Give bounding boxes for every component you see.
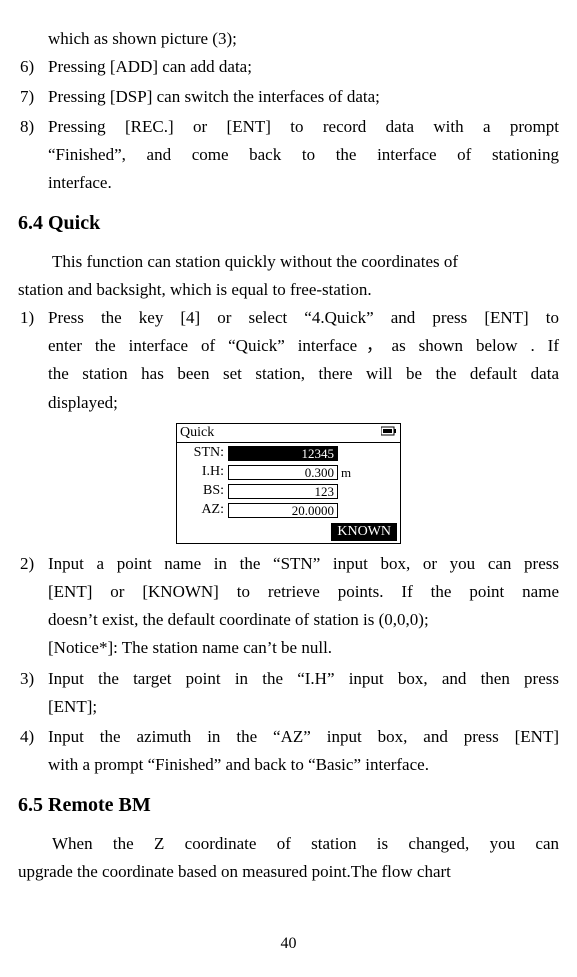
text-line: Press the key [4] or select “4.Quick” an… (48, 304, 559, 332)
list-item: 7) Pressing [DSP] can switch the interfa… (18, 83, 559, 111)
az-label: AZ: (180, 502, 228, 519)
list-item: 3) Input the target point in the “I.H” i… (18, 665, 559, 721)
text-line: Input the azimuth in the “AZ” input box,… (48, 723, 559, 751)
item-text: Input the target point in the “I.H” inpu… (48, 665, 559, 721)
list-item: 2) Input a point name in the “STN” input… (18, 550, 559, 662)
item-number: 6) (18, 53, 48, 81)
item-number: 3) (18, 665, 48, 721)
item-number: 1) (18, 304, 48, 416)
list-item: 6) Pressing [ADD] can add data; (18, 53, 559, 81)
stn-row: STN: 12345 (177, 445, 400, 462)
list-item: 1) Press the key [4] or select “4.Quick”… (18, 304, 559, 416)
stn-label: STN: (180, 445, 228, 462)
text-line: When the Z coordinate of station is chan… (18, 830, 559, 858)
list-item: 4) Input the azimuth in the “AZ” input b… (18, 723, 559, 779)
item-number: 2) (18, 550, 48, 662)
item-text: Pressing [ADD] can add data; (48, 53, 559, 81)
text-line: This function can station quickly withou… (18, 248, 559, 276)
battery-icon (381, 425, 397, 442)
bs-label: BS: (180, 483, 228, 500)
panel-title-row: Quick (177, 424, 400, 444)
ih-row: I.H: 0.300 m (177, 464, 400, 481)
item-number: 8) (18, 113, 48, 197)
panel-button-row: KNOWN (177, 521, 400, 542)
quick-panel: Quick STN: 12345 I.H: 0.300 m BS: 123 AZ… (176, 423, 401, 545)
az-input[interactable]: 20.0000 (228, 503, 338, 518)
remote-intro-paragraph: When the Z coordinate of station is chan… (18, 830, 559, 886)
page-number: 40 (0, 931, 577, 957)
ih-label: I.H: (180, 464, 228, 481)
stn-input[interactable]: 12345 (228, 446, 338, 461)
bs-input[interactable]: 123 (228, 484, 338, 499)
continued-text: which as shown picture (3); (18, 25, 559, 53)
list-item: 8) Pressing [REC.] or [ENT] to record da… (18, 113, 559, 197)
section-heading-remote: 6.5 Remote BM (18, 789, 559, 822)
item-text: Input the azimuth in the “AZ” input box,… (48, 723, 559, 779)
az-row: AZ: 20.0000 (177, 502, 400, 519)
numbered-list-top: 6) Pressing [ADD] can add data; 7) Press… (18, 53, 559, 197)
item-number: 7) (18, 83, 48, 111)
known-button[interactable]: KNOWN (331, 523, 397, 542)
text-line: enter the interface of “Quick” interface… (48, 332, 559, 360)
text-line: doesn’t exist, the default coordinate of… (48, 606, 559, 634)
text-line: Pressing [REC.] or [ENT] to record data … (48, 113, 559, 141)
ih-unit: m (338, 465, 351, 481)
text-line: the station has been set station, there … (48, 360, 559, 388)
text-line: upgrade the coordinate based on measured… (18, 858, 559, 886)
text-line: interface. (48, 169, 559, 197)
text-line: Input the target point in the “I.H” inpu… (48, 665, 559, 693)
item-text: Input a point name in the “STN” input bo… (48, 550, 559, 662)
quick-intro-paragraph: This function can station quickly withou… (18, 248, 559, 304)
section-heading-quick: 6.4 Quick (18, 207, 559, 240)
text-line: [ENT]; (48, 693, 559, 721)
ih-input[interactable]: 0.300 (228, 465, 338, 480)
notice-text: [Notice*]: The station name can’t be nul… (48, 634, 559, 662)
quick-steps-list-2: 2) Input a point name in the “STN” input… (18, 550, 559, 778)
item-number: 4) (18, 723, 48, 779)
panel-title: Quick (180, 425, 381, 442)
bs-row: BS: 123 (177, 483, 400, 500)
item-text: Pressing [REC.] or [ENT] to record data … (48, 113, 559, 197)
text-line: “Finished”, and come back to the interfa… (48, 141, 559, 169)
text-line: [ENT] or [KNOWN] to retrieve points. If … (48, 578, 559, 606)
text-line: Input a point name in the “STN” input bo… (48, 550, 559, 578)
item-text: Press the key [4] or select “4.Quick” an… (48, 304, 559, 416)
text-line: displayed; (48, 389, 559, 417)
item-text: Pressing [DSP] can switch the interfaces… (48, 83, 559, 111)
text-line: station and backsight, which is equal to… (18, 276, 559, 304)
text-line: with a prompt “Finished” and back to “Ba… (48, 751, 559, 779)
quick-steps-list: 1) Press the key [4] or select “4.Quick”… (18, 304, 559, 416)
